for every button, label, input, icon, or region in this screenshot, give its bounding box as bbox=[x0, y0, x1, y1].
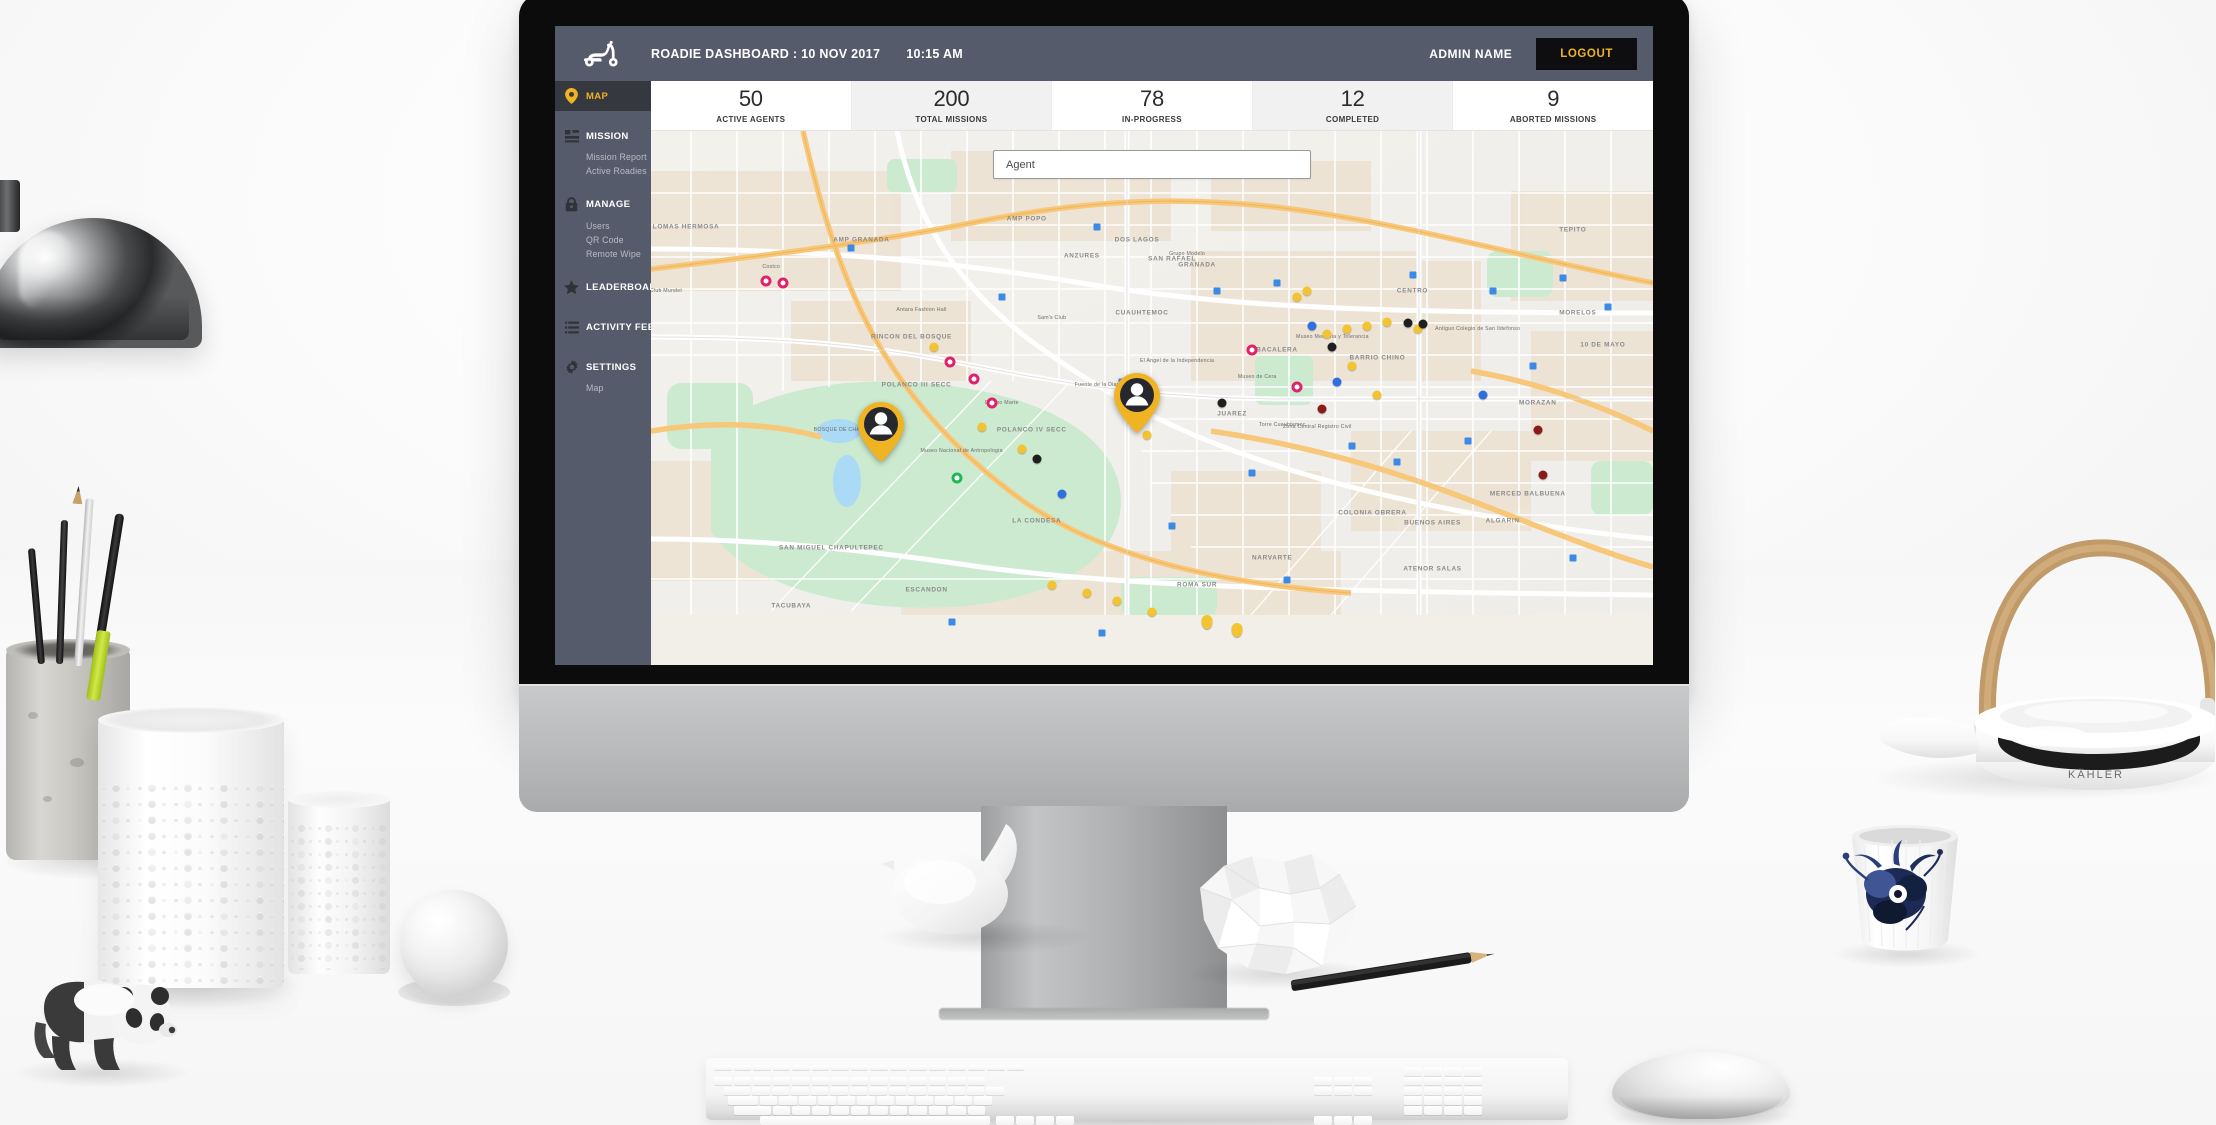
stat-label: ABORTED MISSIONS bbox=[1509, 114, 1597, 124]
sidebar-item-settings[interactable]: SETTINGS bbox=[555, 353, 651, 381]
teapot-brand-text: KÄHLER bbox=[2068, 769, 2124, 781]
stat-total-missions: 200 TOTAL MISSIONS bbox=[851, 81, 1053, 130]
sidebar-subitem-users[interactable]: Users bbox=[555, 219, 651, 233]
teapot: KÄHLER bbox=[1870, 460, 2216, 790]
vase-perforations bbox=[98, 780, 284, 984]
sidebar-item-label: MAP bbox=[586, 90, 609, 102]
sidebar-nav: MAP MISSION Mission Report Active Roadies MA… bbox=[555, 81, 651, 665]
admin-name-label: ADMIN NAME bbox=[1429, 46, 1513, 61]
map-pin-icon bbox=[564, 88, 579, 104]
stat-label: COMPLETED bbox=[1325, 114, 1380, 124]
map-container[interactable]: LOMAS HERMOSAAMP GRANADAAMP POPODOS LAGO… bbox=[651, 131, 1653, 665]
pencil-tip bbox=[72, 486, 83, 505]
stat-active-agents: 50 ACTIVE AGENTS bbox=[651, 81, 852, 130]
star-icon bbox=[564, 280, 579, 295]
perforated-vase bbox=[98, 707, 284, 988]
imac-monitor: ROADIE DASHBOARD : 10 NOV 2017 10:15 AM … bbox=[519, 0, 1689, 1020]
stat-label: ACTIVE AGENTS bbox=[716, 114, 786, 124]
lamp-stem bbox=[0, 180, 20, 232]
stat-value: 200 bbox=[933, 85, 970, 111]
sidebar-item-leaderboard[interactable]: LEADERBOARD bbox=[555, 273, 651, 302]
sidebar-subitem-active-roadies[interactable]: Active Roadies bbox=[555, 164, 651, 178]
sidebar-item-label: ACTIVITY FEED bbox=[586, 322, 651, 333]
stat-value: 9 bbox=[1547, 85, 1560, 111]
stat-in-progress: 78 IN-PROGRESS bbox=[1052, 81, 1253, 130]
logout-button[interactable]: LOGOUT bbox=[1536, 37, 1637, 70]
stat-completed: 12 COMPLETED bbox=[1252, 81, 1454, 130]
stat-aborted-missions: 9 ABORTED MISSIONS bbox=[1453, 81, 1653, 130]
stat-value: 12 bbox=[1340, 85, 1365, 111]
main-panel: 50 ACTIVE AGENTS 200 TOTAL MISSIONS 78 IN-PRO… bbox=[651, 81, 1653, 665]
stat-value: 78 bbox=[1140, 85, 1164, 111]
monitor-chin bbox=[519, 684, 1689, 812]
sidebar-item-manage[interactable]: MANAGE bbox=[555, 190, 651, 219]
sidebar-subitem-mission-report[interactable]: Mission Report bbox=[555, 150, 651, 164]
keyboard[interactable] bbox=[706, 1058, 1568, 1125]
app-body: MAP MISSION Mission Report Active Roadies MA… bbox=[555, 81, 1653, 665]
desk-scene: ROADIE DASHBOARD : 10 NOV 2017 10:15 AM … bbox=[0, 0, 2216, 1125]
agent-marker-1[interactable] bbox=[858, 402, 905, 463]
mouse-body bbox=[1612, 1052, 1790, 1120]
sidebar-item-map[interactable]: MAP bbox=[555, 81, 651, 111]
sidebar-item-label: LEADERBOARD bbox=[586, 282, 651, 293]
stat-value: 50 bbox=[738, 85, 763, 111]
lock-icon bbox=[564, 197, 579, 212]
agent-search-input[interactable] bbox=[993, 150, 1311, 179]
sidebar-item-label: MISSION bbox=[586, 131, 629, 142]
sidebar-subitem-map[interactable]: Map bbox=[555, 381, 651, 395]
agent-search-wrapper bbox=[993, 150, 1311, 179]
sidebar-item-activity-feed[interactable]: ACTIVITY FEED bbox=[555, 314, 651, 341]
vase-small-perforations bbox=[288, 822, 390, 970]
sidebar-item-label: SETTINGS bbox=[586, 361, 637, 373]
dashboard-time: 10:15 AM bbox=[906, 46, 964, 61]
app-header: ROADIE DASHBOARD : 10 NOV 2017 10:15 AM … bbox=[555, 26, 1653, 81]
gear-icon bbox=[564, 360, 579, 374]
perforated-vase-small bbox=[288, 791, 390, 974]
keyboard-keys bbox=[714, 1065, 1560, 1125]
sidebar-subitem-qr-code[interactable]: QR Code bbox=[555, 233, 651, 247]
mouse[interactable] bbox=[1612, 1052, 1790, 1120]
glass-sphere bbox=[400, 890, 508, 998]
desk-lamp bbox=[0, 218, 202, 348]
panda-figurine bbox=[18, 960, 188, 1080]
teacup bbox=[1840, 822, 1970, 962]
dashboard-icon bbox=[564, 130, 579, 143]
monitor-stand-foot bbox=[939, 1008, 1269, 1020]
sidebar-item-label: MANAGE bbox=[586, 199, 631, 210]
sidebar-item-mission[interactable]: MISSION bbox=[555, 123, 651, 150]
dashboard-title: ROADIE DASHBOARD : 10 NOV 2017 bbox=[651, 46, 881, 61]
sidebar-subitem-remote-wipe[interactable]: Remote Wipe bbox=[555, 247, 651, 261]
list-icon bbox=[564, 321, 579, 334]
agent-pin-layer bbox=[651, 131, 1653, 665]
stat-label: TOTAL MISSIONS bbox=[915, 114, 988, 124]
stat-label: IN-PROGRESS bbox=[1122, 114, 1182, 124]
crumpled-paper bbox=[1190, 848, 1365, 978]
scooter-icon bbox=[555, 39, 651, 69]
dashboard-screen: ROADIE DASHBOARD : 10 NOV 2017 10:15 AM … bbox=[555, 26, 1653, 665]
agent-marker-2[interactable] bbox=[1113, 372, 1160, 433]
ceramic-bird bbox=[880, 812, 1080, 940]
stats-bar: 50 ACTIVE AGENTS 200 TOTAL MISSIONS 78 IN-PRO… bbox=[651, 81, 1653, 131]
